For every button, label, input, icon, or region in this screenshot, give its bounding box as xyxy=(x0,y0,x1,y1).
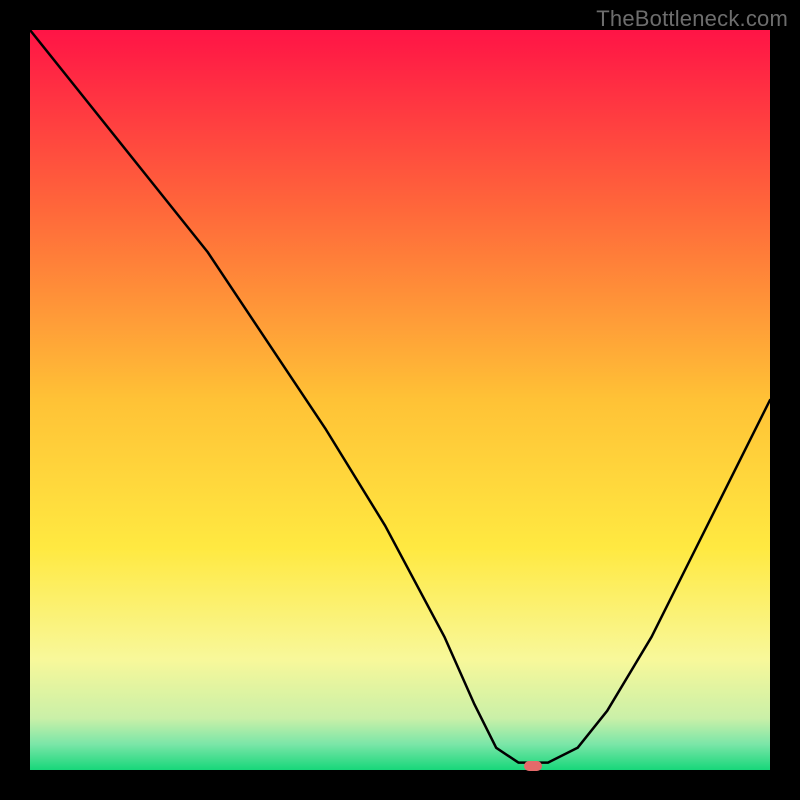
plot-area xyxy=(30,30,770,770)
background-gradient xyxy=(30,30,770,770)
source-label: TheBottleneck.com xyxy=(596,6,788,32)
chart-frame: TheBottleneck.com xyxy=(0,0,800,800)
optimum-marker xyxy=(524,761,542,771)
